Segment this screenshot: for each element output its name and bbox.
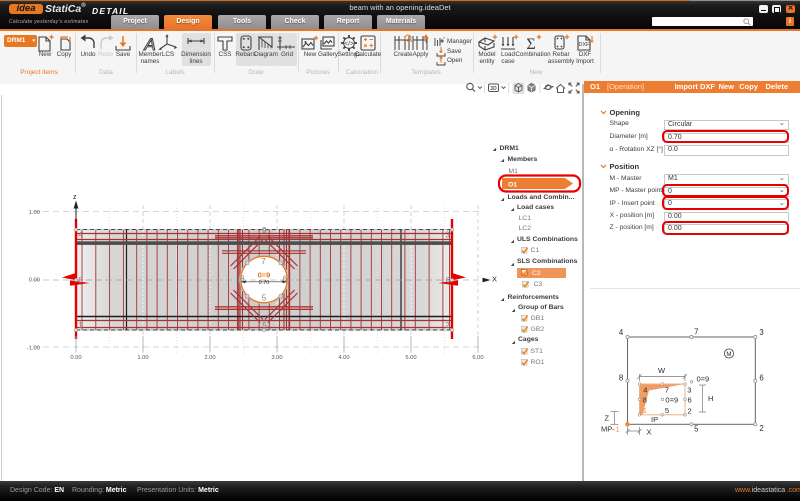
svg-text:3D: 3D xyxy=(490,86,497,92)
